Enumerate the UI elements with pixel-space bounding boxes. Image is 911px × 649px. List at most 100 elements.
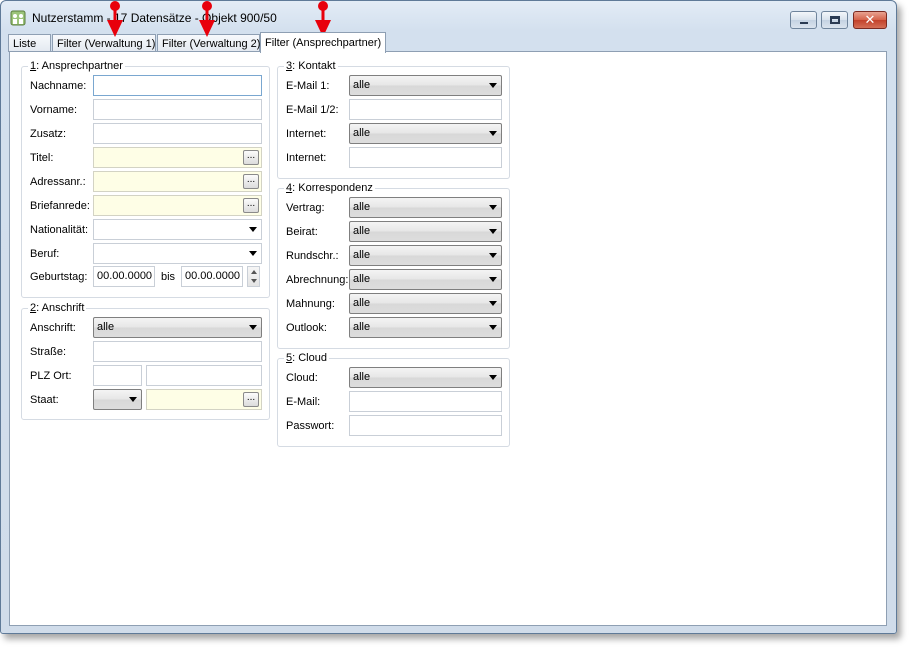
geburtstag-label: Geburtstag: (30, 271, 88, 283)
chevron-down-icon (489, 301, 497, 306)
titel-label: Titel: (30, 152, 54, 164)
zusatz-label: Zusatz: (30, 128, 67, 140)
spin-down-icon (251, 279, 257, 283)
anschrift-label: Anschrift: (30, 322, 76, 334)
strasse-label: Straße: (30, 346, 67, 358)
briefanrede-input[interactable]: ... (93, 195, 262, 216)
anschrift-select-value: alle (97, 321, 115, 333)
maximize-button[interactable] (821, 11, 848, 29)
group-korrespondenz-legend: 4: Korrespondenz (286, 182, 373, 194)
window-title: Nutzerstamm - 17 Datensätze - Objekt 900… (32, 11, 277, 25)
group-kontakt-legend: 3: Kontakt (286, 60, 336, 72)
beruf-label: Beruf: (30, 248, 60, 260)
chevron-down-icon (249, 227, 257, 232)
chevron-down-icon (489, 253, 497, 258)
main-window: Nutzerstamm - 17 Datensätze - Objekt 900… (0, 0, 897, 634)
staat-input[interactable]: ... (146, 389, 262, 410)
adressanr-input[interactable]: ... (93, 171, 262, 192)
internet-input[interactable] (349, 147, 502, 168)
email12-input[interactable] (349, 99, 502, 120)
beruf-select[interactable] (93, 243, 262, 264)
title-bar[interactable]: Nutzerstamm - 17 Datensätze - Objekt 900… (1, 1, 896, 31)
outlook-select[interactable]: alle (349, 317, 502, 338)
minimize-button[interactable] (790, 11, 817, 29)
chevron-down-icon (489, 205, 497, 210)
rundschr-label: Rundschr.: (286, 250, 339, 262)
email1-label: E-Mail 1: (286, 80, 330, 92)
beirat-select[interactable]: alle (349, 221, 502, 242)
briefanrede-lookup-button[interactable]: ... (243, 198, 259, 213)
email12-label: E-Mail 1/2: (286, 104, 339, 116)
close-button[interactable]: ✕ (853, 11, 887, 29)
internet-select-value: alle (353, 127, 371, 139)
chevron-down-icon (129, 397, 137, 402)
bis-label: bis (161, 271, 176, 283)
titel-lookup-button[interactable]: ... (243, 150, 259, 165)
vertrag-select[interactable]: alle (349, 197, 502, 218)
group-cloud-legend: 5: Cloud (286, 352, 327, 364)
beirat-select-value: alle (353, 225, 371, 237)
vertrag-select-value: alle (353, 201, 371, 213)
group-ansprechpartner-legend: 1: Ansprechpartner (30, 60, 123, 72)
group-anschrift-legend: 2: Anschrift (30, 302, 85, 314)
cloud-passwort-label: Passwort: (286, 420, 335, 432)
geburtstag-to-input[interactable]: 00.00.0000 (181, 266, 243, 287)
mahnung-label: Mahnung: (286, 298, 335, 310)
adressanr-label: Adressanr.: (30, 176, 86, 188)
cloud-passwort-input[interactable] (349, 415, 502, 436)
rundschr-select[interactable]: alle (349, 245, 502, 266)
chevron-down-icon (489, 83, 497, 88)
chevron-down-icon (249, 325, 257, 330)
email1-select-value: alle (353, 79, 371, 91)
titel-input[interactable]: ... (93, 147, 262, 168)
abrechnung-select-value: alle (353, 273, 371, 285)
plzort-label: PLZ Ort: (30, 370, 72, 382)
minimize-icon (800, 22, 808, 24)
email1-select[interactable]: alle (349, 75, 502, 96)
staat-select[interactable] (93, 389, 142, 410)
anschrift-select[interactable]: alle (93, 317, 262, 338)
mahnung-select-value: alle (353, 297, 371, 309)
tab-filter-ansprechpartner[interactable]: Filter (Ansprechpartner) (260, 32, 386, 53)
nationalitaet-select[interactable] (93, 219, 262, 240)
cloud-label: Cloud: (286, 372, 318, 384)
rundschr-select-value: alle (353, 249, 371, 261)
staat-lookup-button[interactable]: ... (243, 392, 259, 407)
abrechnung-label: Abrechnung: (286, 274, 349, 286)
nachname-input[interactable] (93, 75, 262, 96)
plz-input[interactable] (93, 365, 142, 386)
internet-select[interactable]: alle (349, 123, 502, 144)
chevron-down-icon (489, 375, 497, 380)
abrechnung-select[interactable]: alle (349, 269, 502, 290)
nationalitaet-label: Nationalität: (30, 224, 89, 236)
cloud-email-label: E-Mail: (286, 396, 321, 408)
geburtstag-from-input[interactable]: 00.00.0000 (93, 266, 155, 287)
chevron-down-icon (489, 277, 497, 282)
adressanr-lookup-button[interactable]: ... (243, 174, 259, 189)
staat-label: Staat: (30, 394, 59, 406)
mahnung-select[interactable]: alle (349, 293, 502, 314)
cloud-select[interactable]: alle (349, 367, 502, 388)
internet1-label: Internet: (286, 128, 327, 140)
cloud-select-value: alle (353, 371, 371, 383)
vorname-input[interactable] (93, 99, 262, 120)
app-icon (10, 10, 26, 26)
vorname-label: Vorname: (30, 104, 78, 116)
zusatz-input[interactable] (93, 123, 262, 144)
close-icon: ✕ (864, 12, 876, 27)
tab-filter-verwaltung-1[interactable]: Filter (Verwaltung 1) (52, 34, 156, 52)
outlook-label: Outlook: (286, 322, 327, 334)
cloud-email-input[interactable] (349, 391, 502, 412)
annotation-arrow-icon (199, 1, 215, 37)
maximize-icon (830, 16, 840, 24)
outlook-select-value: alle (353, 321, 371, 333)
tab-liste[interactable]: Liste (8, 34, 51, 52)
strasse-input[interactable] (93, 341, 262, 362)
geburtstag-spinner[interactable] (247, 266, 260, 287)
ort-input[interactable] (146, 365, 262, 386)
spin-up-icon (251, 270, 257, 274)
beirat-label: Beirat: (286, 226, 318, 238)
vertrag-label: Vertrag: (286, 202, 325, 214)
annotation-arrow-icon (107, 1, 123, 37)
chevron-down-icon (249, 251, 257, 256)
